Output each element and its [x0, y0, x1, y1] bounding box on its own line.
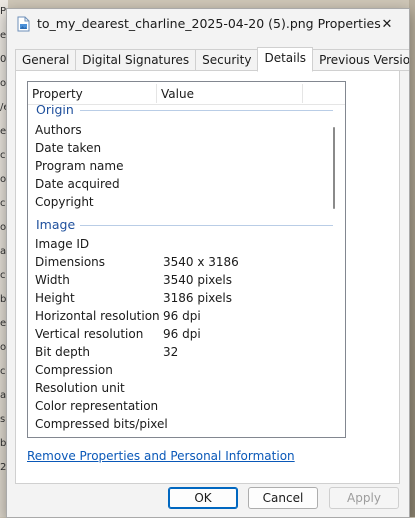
list-item[interactable]: Color representation: [29, 397, 327, 415]
property-name: Dimensions: [35, 255, 106, 269]
list-item[interactable]: Compressed bits/pixel: [29, 415, 327, 433]
list-item[interactable]: Vertical resolution 96 dpi: [29, 325, 327, 343]
title-bar[interactable]: to_my_dearest_charline_2025-04-20 (5).pn…: [7, 9, 409, 39]
list-item[interactable]: Horizontal resolution 96 dpi: [29, 307, 327, 325]
property-value: 3540 x 3186: [163, 255, 239, 269]
ok-button[interactable]: OK: [168, 487, 238, 509]
group-header-image: Image: [36, 217, 76, 232]
tab-general[interactable]: General: [15, 49, 77, 71]
background-text-fragment: s: [0, 414, 6, 425]
column-header-property[interactable]: Property: [28, 82, 157, 104]
column-separator[interactable]: [302, 84, 303, 103]
details-panel: Property Value Origin Authors Date taken…: [15, 70, 400, 484]
list-item[interactable]: Bit depth 32: [29, 343, 327, 361]
list-header: Property Value: [28, 82, 345, 105]
property-value: 96 dpi: [163, 309, 201, 323]
property-name: Width: [35, 273, 70, 287]
property-name: Resolution unit: [35, 381, 125, 395]
tab-strip: General Digital Signatures Security Deta…: [15, 47, 409, 72]
property-name: Color representation: [35, 399, 159, 413]
property-name: Image ID: [35, 237, 90, 251]
tab-security[interactable]: Security: [195, 49, 259, 71]
tab-digital-signatures[interactable]: Digital Signatures: [75, 49, 197, 71]
property-name: Program name: [35, 159, 124, 173]
list-item[interactable]: Date taken: [29, 139, 327, 157]
properties-list[interactable]: Property Value Origin Authors Date taken…: [27, 81, 346, 438]
list-item[interactable]: Height 3186 pixels: [29, 289, 327, 307]
apply-button[interactable]: Apply: [329, 487, 399, 509]
property-value: 3186 pixels: [163, 291, 233, 305]
list-item[interactable]: Authors: [29, 121, 327, 139]
group-divider: [80, 225, 333, 226]
property-name: Height: [35, 291, 75, 305]
property-value: 32: [163, 345, 179, 359]
property-name: Compressed bits/pixel: [35, 417, 168, 431]
property-name: Bit depth: [35, 345, 91, 359]
list-item[interactable]: Image ID: [29, 235, 327, 253]
property-name: Date taken: [35, 141, 102, 155]
list-item[interactable]: Program name: [29, 157, 327, 175]
column-header-value[interactable]: Value: [157, 82, 301, 104]
tab-details[interactable]: Details: [257, 47, 314, 72]
list-item[interactable]: Date acquired: [29, 175, 327, 193]
remove-properties-link[interactable]: Remove Properties and Personal Informati…: [27, 449, 295, 463]
image-file-icon: [17, 16, 30, 32]
cancel-button[interactable]: Cancel: [248, 487, 318, 509]
group-divider: [80, 110, 333, 111]
close-icon: ✕: [381, 16, 393, 32]
property-name: Date acquired: [35, 177, 120, 191]
window-title: to_my_dearest_charline_2025-04-20 (5).pn…: [37, 16, 381, 31]
property-name: Authors: [35, 123, 82, 137]
property-name: Copyright: [35, 195, 94, 209]
property-name: Compression: [35, 363, 113, 377]
tab-previous-versions[interactable]: Previous Versions: [312, 49, 409, 71]
list-item[interactable]: Resolution unit: [29, 379, 327, 397]
list-item[interactable]: Dimensions 3540 x 3186: [29, 253, 327, 271]
properties-dialog: to_my_dearest_charline_2025-04-20 (5).pn…: [6, 8, 410, 518]
list-item[interactable]: Copyright: [29, 193, 327, 211]
close-button[interactable]: ✕: [365, 9, 409, 39]
list-item[interactable]: Compression: [29, 361, 327, 379]
property-value: 3540 pixels: [163, 273, 233, 287]
property-name: Vertical resolution: [35, 327, 144, 341]
property-value: 96 dpi: [163, 327, 201, 341]
list-item[interactable]: Width 3540 pixels: [29, 271, 327, 289]
vertical-scrollbar-thumb[interactable]: [333, 127, 335, 209]
property-name: Horizontal resolution: [35, 309, 160, 323]
